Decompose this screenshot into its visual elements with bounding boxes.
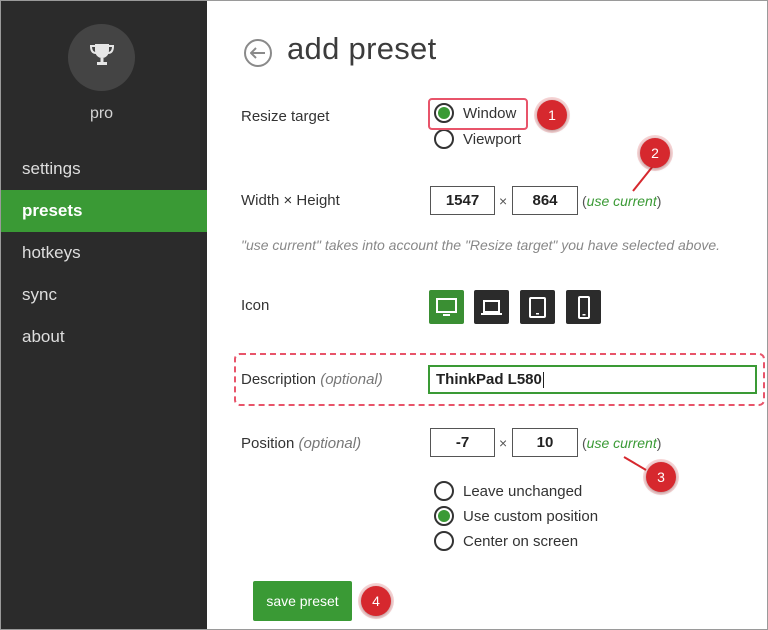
size-use-current-text: use current [586,193,657,209]
sidebar: pro settings presets hotkeys sync about [1,1,207,629]
position-optional: (optional) [298,435,362,452]
window-highlight-box [428,98,528,130]
size-label: Width × Height [241,192,340,209]
resize-target-label: Resize target [241,108,330,125]
sidebar-item-hotkeys[interactable]: hotkeys [1,232,207,274]
radio-leave-unchanged[interactable]: Leave unchanged [434,481,582,501]
radio-viewport[interactable]: Viewport [434,129,521,149]
tablet-icon[interactable] [520,290,555,324]
position-separator: × [499,435,508,451]
sidebar-item-settings[interactable]: settings [1,148,207,190]
radio-circle [434,506,454,526]
radio-center-on-screen-label: Center on screen [463,532,579,550]
radio-custom-position-label: Use custom position [463,507,599,525]
radio-circle [434,531,454,551]
app-window: pro settings presets hotkeys sync about … [0,0,768,630]
sidebar-item-about[interactable]: about [1,316,207,358]
radio-leave-unchanged-label: Leave unchanged [463,482,583,500]
position-y-field[interactable]: 10 [512,428,578,457]
save-preset-button[interactable]: save preset [253,581,352,621]
sidebar-item-presets[interactable]: presets [1,190,207,232]
laptop-icon[interactable] [474,290,509,324]
annotation-badge-4: 4 [361,586,391,616]
position-x-field[interactable]: -7 [430,428,495,457]
position-label: Position (optional) [241,435,362,452]
annotation-badge-1: 1 [537,100,567,130]
radio-center-on-screen[interactable]: Center on screen [434,531,578,551]
profile-label: pro [89,105,114,122]
avatar[interactable] [68,24,135,91]
back-arrow-icon[interactable] [244,39,272,67]
size-hint: "use current" takes into account the "Re… [241,237,721,253]
position-use-current-text: use current [586,435,657,451]
main-panel: add preset Resize target Window Viewport… [207,1,767,629]
annotation-badge-3: 3 [646,462,676,492]
annotation-badge-2: 2 [640,138,670,168]
sidebar-nav: settings presets hotkeys sync about [1,148,207,358]
radio-circle [434,129,454,149]
page-title: add preset [287,31,437,66]
sidebar-item-sync[interactable]: sync [1,274,207,316]
radio-viewport-label: Viewport [463,130,522,148]
width-field[interactable]: 1547 [430,186,495,215]
position-use-current-link[interactable]: (use current) [582,435,661,451]
desktop-icon[interactable] [429,290,464,324]
trophy-icon [87,40,117,75]
radio-circle [434,481,454,501]
size-separator: × [499,193,508,209]
radio-custom-position[interactable]: Use custom position [434,506,598,526]
height-field[interactable]: 864 [512,186,578,215]
size-use-current-link[interactable]: (use current) [582,193,661,209]
icon-label: Icon [241,297,270,314]
phone-icon[interactable] [566,290,601,324]
description-highlight-box [234,353,765,406]
